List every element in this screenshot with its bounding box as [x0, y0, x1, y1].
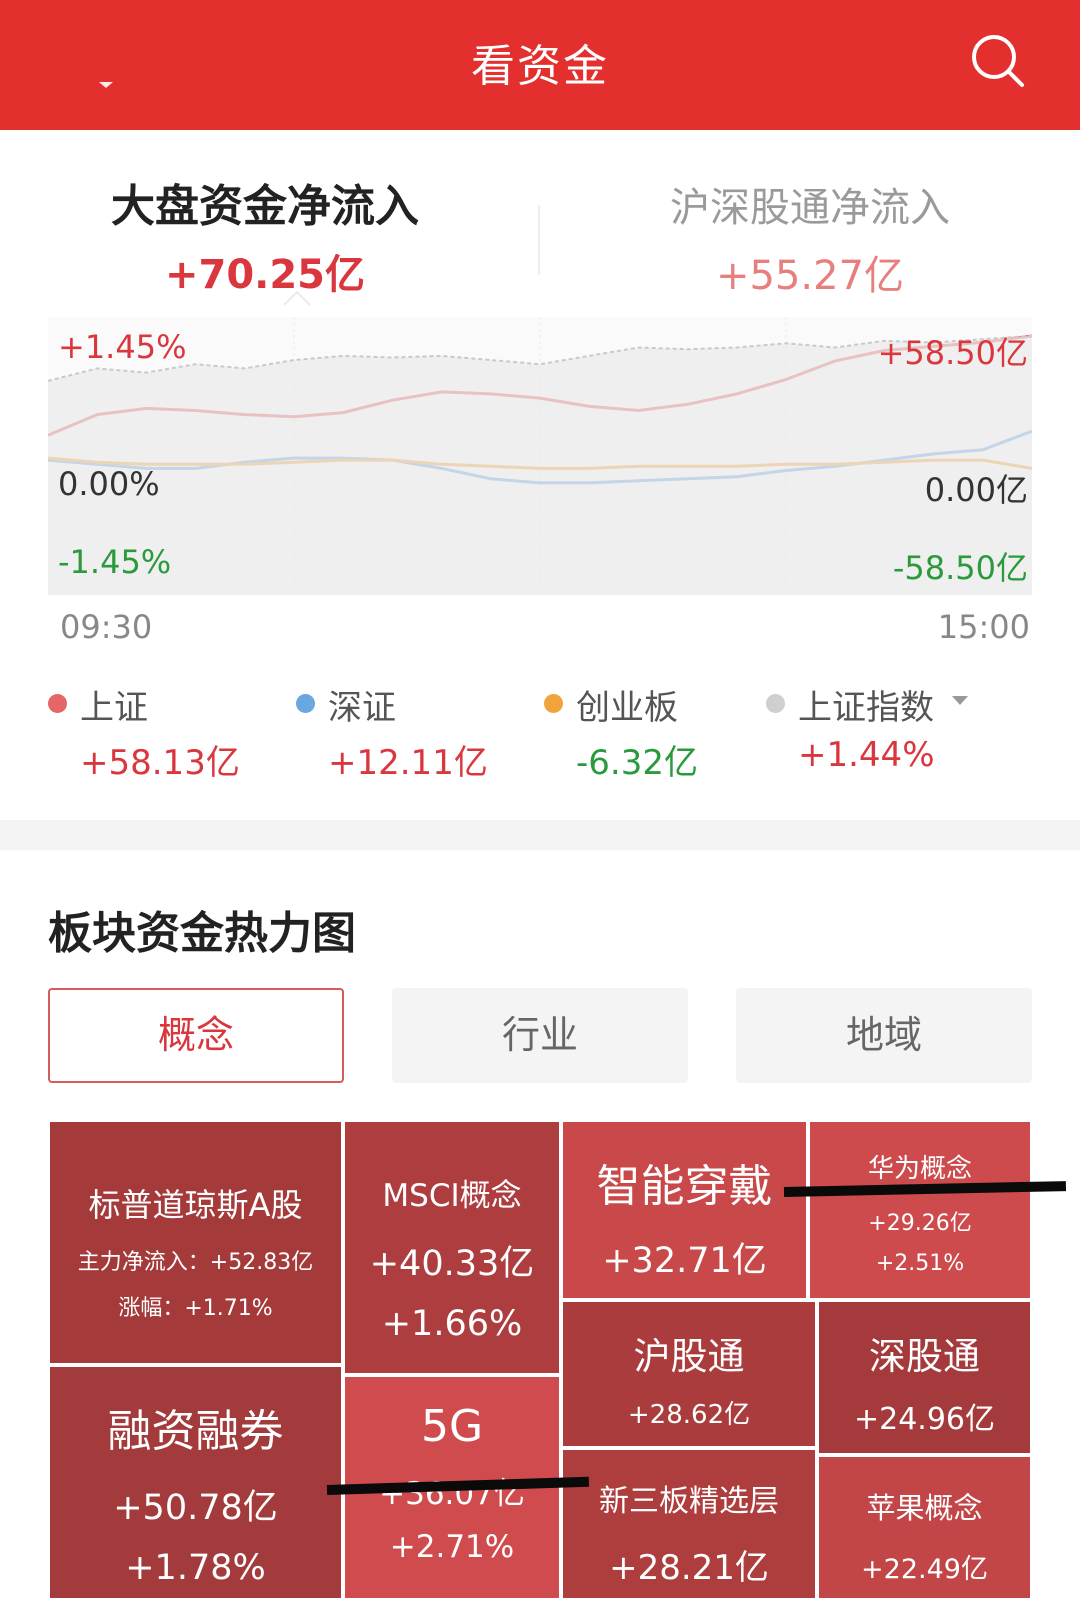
- legend-label: 深证: [328, 688, 396, 728]
- tile-name: 融资融券: [107, 1406, 284, 1457]
- tile-name: 新三板精选层: [599, 1484, 779, 1519]
- heatmap-tile-sz-connect[interactable]: 深股通 +24.96亿: [817, 1300, 1032, 1455]
- tile-name: 标普道琼斯A股: [88, 1186, 303, 1224]
- legend-label: 上证指数: [798, 688, 934, 728]
- tile-name: 苹果概念: [866, 1491, 983, 1525]
- tile-name: 华为概念: [867, 1154, 972, 1184]
- section-divider: [0, 820, 1080, 850]
- heatmap-tile-apple[interactable]: 苹果概念 +22.49亿: [817, 1455, 1032, 1600]
- tile-change: +1.78%: [125, 1548, 266, 1588]
- tile-flow: +28.62亿: [627, 1400, 751, 1430]
- legend-value: +1.44%: [798, 735, 935, 775]
- dropdown-caret-icon: [952, 696, 968, 705]
- tile-name: 5G: [420, 1401, 484, 1452]
- tile-flow: 主力净流入：+52.83亿: [77, 1250, 314, 1275]
- flow-tab-connect[interactable]: 沪深股通净流入 +55.27亿: [600, 175, 1020, 301]
- tile-flow: +24.96亿: [853, 1402, 996, 1437]
- tile-flow: +29.26亿: [868, 1211, 972, 1236]
- tile-name: MSCI概念: [382, 1178, 522, 1214]
- page-title: 看资金: [471, 41, 609, 92]
- heatmap-tile-margin-trading[interactable]: 融资融券 +50.78亿 +1.78%: [48, 1365, 343, 1600]
- tab-region[interactable]: 地域: [736, 988, 1032, 1083]
- legend-value: +58.13亿: [80, 743, 240, 783]
- axis-right-mid: 0.00亿: [924, 471, 1028, 509]
- flow-tab-market-title: 大盘资金净流入: [111, 181, 419, 232]
- axis-left-bottom: -1.45%: [58, 543, 172, 581]
- tile-flow: +22.49亿: [861, 1554, 988, 1585]
- axis-right-bottom: -58.50亿: [892, 549, 1028, 587]
- legend-dot: [766, 694, 785, 713]
- tab-concept[interactable]: 概念: [48, 988, 344, 1083]
- search-icon: [972, 35, 1024, 87]
- heatmap-title: 板块资金热力图: [48, 908, 356, 959]
- heatmap-tile-huawei[interactable]: 华为概念 +29.26亿 +2.51%: [808, 1120, 1032, 1300]
- axis-left-top: +1.45%: [58, 328, 187, 366]
- heatmap-tile-wearables[interactable]: 智能穿戴 +32.71亿: [561, 1120, 808, 1300]
- flow-tab-connect-value: +55.27亿: [715, 253, 905, 299]
- legend-label: 创业板: [576, 688, 678, 728]
- legend-label: 上证: [80, 688, 148, 728]
- tile-name: 深股通: [869, 1335, 980, 1378]
- tile-flow: +28.21亿: [609, 1548, 769, 1588]
- tile-name: 沪股通: [633, 1335, 745, 1378]
- active-tab-indicator: [284, 290, 310, 306]
- tab-industry[interactable]: 行业: [392, 988, 688, 1083]
- flow-tab-market-value: +70.25亿: [164, 252, 366, 298]
- heatmap-tile-neeq-select[interactable]: 新三板精选层 +28.21亿: [561, 1448, 817, 1600]
- tile-flow: +50.78亿: [113, 1488, 278, 1528]
- tile-change: +2.51%: [875, 1251, 965, 1276]
- time-end-label: 15:00: [937, 608, 1030, 646]
- axis-left-mid: 0.00%: [58, 465, 160, 503]
- tile-name: 智能穿戴: [596, 1161, 773, 1212]
- heatmap-tile-sp-dowjones-a[interactable]: 标普道琼斯A股 主力净流入：+52.83亿 涨幅：+1.71%: [48, 1120, 343, 1365]
- series-area-sse-index: [48, 335, 1032, 595]
- tile-change: +2.71%: [389, 1529, 515, 1565]
- legend-value: -6.32亿: [576, 743, 698, 783]
- search-button[interactable]: [966, 30, 1030, 94]
- legend-dot: [296, 694, 315, 713]
- flow-tab-connect-title: 沪深股通净流入: [670, 185, 950, 231]
- tile-change: +1.66%: [381, 1304, 523, 1344]
- tile-flow: +40.33亿: [369, 1244, 535, 1284]
- time-start-label: 09:30: [60, 608, 153, 646]
- heatmap-tile-msci[interactable]: MSCI概念 +40.33亿 +1.66%: [343, 1120, 561, 1375]
- flow-tab-divider: [538, 205, 540, 275]
- tile-change: 涨幅：+1.71%: [118, 1296, 273, 1321]
- heatmap-tile-sh-connect[interactable]: 沪股通 +28.62亿: [561, 1300, 817, 1448]
- tile-flow: +32.71亿: [602, 1241, 767, 1281]
- axis-right-top: +58.50亿: [877, 334, 1028, 372]
- flow-tab-market[interactable]: 大盘资金净流入 +70.25亿: [60, 170, 470, 300]
- legend-dot: [48, 694, 67, 713]
- legend-dot: [544, 694, 563, 713]
- legend-value: +12.11亿: [328, 743, 488, 783]
